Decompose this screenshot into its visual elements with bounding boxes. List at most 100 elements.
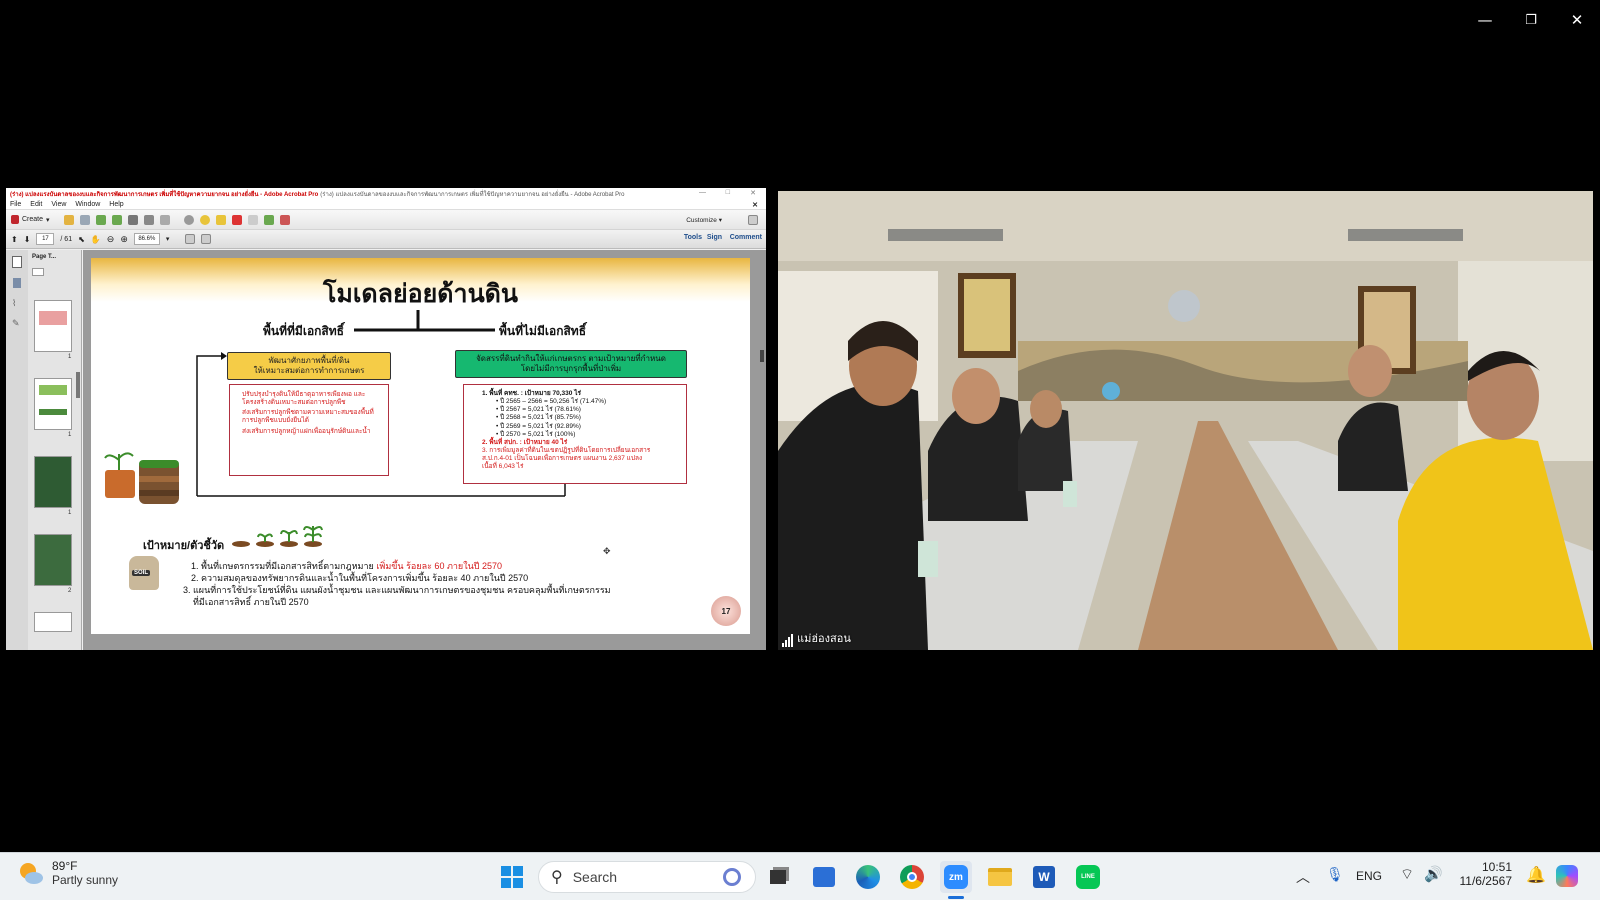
hand-tool-icon[interactable]: ✋ — [91, 235, 101, 244]
task-view-button[interactable] — [762, 861, 794, 893]
show-hidden-icons[interactable]: ︿ — [1296, 867, 1310, 887]
right-line: • ปี 2568 = 5,021 ไร่ (85.75%) — [496, 414, 581, 422]
store-button[interactable] — [808, 861, 840, 893]
language-indicator[interactable]: ENG — [1356, 869, 1382, 883]
plant-soil-illustration — [104, 452, 179, 504]
search-highlight-icon — [723, 868, 741, 886]
email-icon[interactable] — [159, 214, 170, 225]
prev-page-icon[interactable]: ⬆ — [11, 235, 18, 244]
mic-icon[interactable]: 🎙 — [1326, 866, 1344, 883]
acrobat-window: (ร่าง) แปลงแรงบันดาลของงบและกิจการพัฒนาก… — [6, 188, 766, 650]
thumbnail-page[interactable] — [34, 456, 72, 508]
zoom-active-indicator — [948, 896, 964, 899]
zoom-out-icon[interactable]: ⊖ — [107, 234, 115, 245]
next-page-icon[interactable]: ⬇ — [24, 235, 31, 244]
close-button[interactable]: ✕ — [1554, 0, 1600, 40]
line-button[interactable]: LINE — [1072, 861, 1104, 893]
acrobat-restore-icon[interactable]: □ — [726, 189, 730, 196]
bookmark-icon[interactable] — [13, 278, 21, 288]
menu-view[interactable]: View — [51, 201, 66, 208]
weather-widget[interactable]: 89°F Partly sunny — [16, 859, 118, 887]
acrobat-titlebar: (ร่าง) แปลงแรงบันดาลของงบและกิจการพัฒนาก… — [6, 188, 766, 200]
attachment-icon[interactable]: ⌇ — [12, 298, 16, 309]
notification-bell-icon[interactable]: 🔔 — [1526, 865, 1546, 885]
menu-help[interactable]: Help — [109, 201, 123, 208]
thumbnail-number: 1 — [68, 354, 72, 360]
edge-button[interactable] — [852, 861, 884, 893]
thumbnail-page[interactable] — [34, 612, 72, 632]
comment-icon[interactable] — [199, 214, 210, 225]
customize-button[interactable]: Customize ▾ — [686, 216, 722, 224]
right-heading: พื้นที่ไม่มีเอกสิทธิ์ — [499, 324, 587, 338]
search-box[interactable]: ⚲ Search — [538, 861, 756, 893]
clock[interactable]: 10:51 11/6/2567 — [1452, 860, 1513, 888]
sidebar-options-icon[interactable] — [32, 268, 44, 276]
cursor-icon: ✥ — [603, 546, 611, 556]
sign-icon[interactable] — [279, 214, 290, 225]
thumbnail-page[interactable] — [34, 300, 72, 352]
tools-tab[interactable]: Tools — [684, 234, 702, 241]
menu-close-icon[interactable]: ✕ — [752, 201, 758, 209]
page-icon[interactable] — [247, 214, 258, 225]
folder-icon — [988, 868, 1012, 886]
zoom-dropdown-icon[interactable]: ▾ — [166, 235, 170, 243]
sidebar-title: Page T... — [32, 254, 57, 260]
customize-label: Customize — [686, 216, 717, 224]
thumbnail-page[interactable] — [34, 378, 72, 430]
page-thumbnails-panel: ⌇ ✎ Page T... 1 1 1 2 — [6, 250, 82, 650]
fit-page-icon[interactable] — [185, 234, 196, 244]
pages-icon[interactable] — [12, 256, 22, 268]
start-button[interactable] — [496, 861, 528, 893]
save-icon[interactable] — [79, 214, 90, 225]
participant-video[interactable]: แม่ฮ่องสอน — [778, 191, 1593, 650]
chrome-button[interactable] — [896, 861, 928, 893]
comment-tab[interactable]: Comment — [730, 234, 762, 241]
right-red-line: เนื้อที่ 6,043 ไร่ — [482, 463, 524, 471]
green-box: จัดสรรที่ดินทำกินให้แก่เกษตรกร ตามเป้าหม… — [455, 350, 687, 378]
stamp-icon[interactable] — [231, 214, 242, 225]
wifi-icon[interactable]: ⌔ — [1400, 865, 1414, 884]
page-badge: 17 — [711, 596, 741, 626]
right-line: • ปี 2569 = 5,021 ไร่ (92.89%) — [496, 422, 581, 430]
select-tool-icon[interactable]: ⬉ — [78, 235, 85, 244]
open-icon[interactable] — [63, 214, 74, 225]
minimize-button[interactable]: — — [1462, 0, 1508, 40]
signature-icon[interactable]: ✎ — [12, 318, 20, 329]
export-icon[interactable] — [263, 214, 274, 225]
copilot-icon[interactable] — [1556, 865, 1578, 887]
right-red-line: 2. พื้นที่ สปก. : เป้าหมาย 40 ไร่ — [482, 438, 568, 446]
participant-name-tag: แม่ฮ่องสอน — [782, 629, 851, 647]
create-label: Create — [22, 216, 44, 223]
volume-icon[interactable]: 🔊 — [1424, 865, 1443, 883]
word-button[interactable]: W — [1028, 861, 1060, 893]
participant-name: แม่ฮ่องสอน — [797, 633, 851, 645]
restore-button[interactable]: ❐ — [1508, 0, 1554, 40]
settings-icon[interactable] — [183, 214, 194, 225]
doc-scrollbar[interactable] — [760, 350, 764, 362]
file-explorer-button[interactable] — [984, 861, 1016, 893]
acrobat-close-icon[interactable]: ✕ — [750, 189, 756, 197]
download-icon[interactable] — [111, 214, 122, 225]
weather-desc: Partly sunny — [52, 873, 119, 887]
sidebar-scrollbar[interactable] — [76, 372, 80, 398]
acrobat-minimize-icon[interactable]: — — [699, 189, 706, 196]
edit-icon[interactable] — [143, 214, 154, 225]
menu-edit[interactable]: Edit — [30, 201, 42, 208]
right-red-line: ส.ป.ก.4-01 เป็นโฉนดเพื่อการเกษตร แผนงาน … — [482, 455, 643, 462]
fit-width-icon[interactable] — [201, 234, 212, 244]
sign-tab[interactable]: Sign — [707, 234, 722, 241]
zoom-button[interactable]: zm — [940, 861, 972, 893]
zoom-in-icon[interactable]: ⊕ — [120, 234, 128, 245]
print-icon[interactable] — [127, 214, 138, 225]
thumbnail-number: 1 — [68, 432, 72, 438]
menu-window[interactable]: Window — [75, 201, 100, 208]
menu-file[interactable]: File — [10, 201, 21, 208]
page-number-input[interactable]: 17 — [36, 233, 55, 245]
zoom-input[interactable]: 86.6% — [133, 233, 160, 245]
thumbnail-page[interactable] — [34, 534, 72, 586]
upload-icon[interactable] — [95, 214, 106, 225]
create-button[interactable]: Create ▾ — [11, 215, 50, 224]
yellow-box-line2: ให้เหมาะสมต่อการทำการเกษตร — [253, 365, 365, 375]
expand-icon[interactable] — [748, 214, 758, 225]
highlight-icon[interactable] — [215, 214, 226, 225]
